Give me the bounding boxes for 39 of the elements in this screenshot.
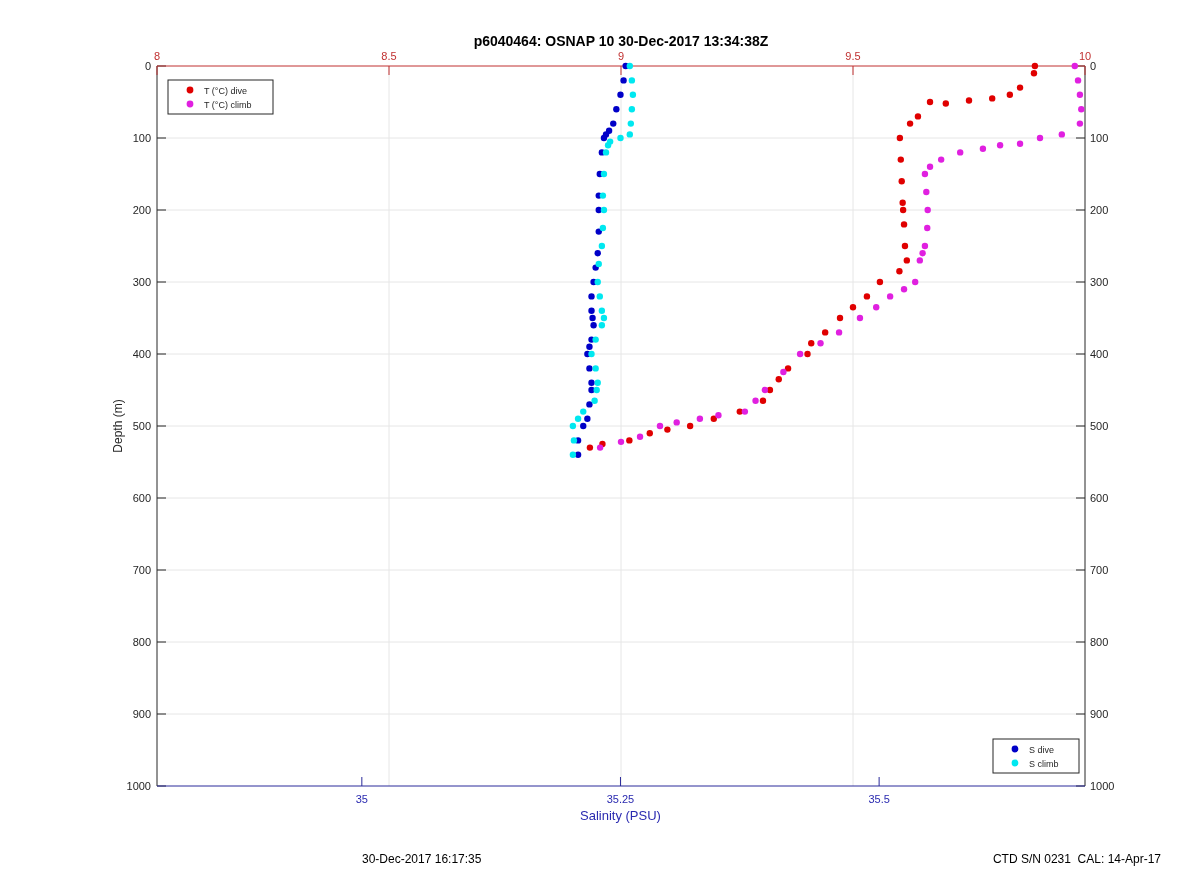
y-tick-label: 300: [1090, 276, 1109, 288]
calibration-text: CTD S/N 0231 CAL: 14-Apr-17: [992, 852, 1161, 866]
x-axis-label: Salinity (PSU): [580, 808, 661, 823]
chart-title: p6040464: OSNAP 10 30-Dec-2017 13:34:38Z: [473, 33, 769, 49]
x-tick-label: 8.5: [381, 50, 397, 62]
y-tick-label: 1000: [1090, 780, 1115, 792]
y-axis-label: Depth (m): [111, 399, 125, 453]
x-tick-label: 8: [153, 50, 161, 62]
y-tick-label: 100: [1090, 132, 1109, 144]
y-tick-label: 800: [132, 636, 151, 648]
legend-label: S climb: [1029, 758, 1059, 769]
y-tick-label: 100: [132, 132, 151, 144]
y-tick-label: 400: [132, 348, 151, 360]
y-tick-label: 900: [132, 708, 151, 720]
y-tick-label: 200: [132, 204, 151, 216]
x-tick-label: 10: [1078, 50, 1092, 62]
y-tick-label: 600: [1090, 492, 1109, 504]
x-tick-label: 35.25: [606, 793, 635, 805]
y-tick-label: 800: [1090, 636, 1109, 648]
y-tick-label: 600: [132, 492, 151, 504]
y-tick-label: 0: [144, 60, 151, 72]
timestamp-text: 30-Dec-2017 16:17:35: [362, 852, 482, 866]
y-tick-label: 300: [132, 276, 151, 288]
y-tick-label: 700: [132, 564, 151, 576]
x-tick-label: 35.5: [868, 793, 890, 805]
legend-label: T (°C) dive: [204, 85, 247, 96]
legend-label: S dive: [1029, 744, 1054, 755]
legend-label: T (°C) climb: [204, 99, 252, 110]
y-tick-label: 200: [1090, 204, 1109, 216]
y-tick-label: 500: [1090, 420, 1109, 432]
y-tick-label: 400: [1090, 348, 1109, 360]
y-tick-label: 500: [132, 420, 151, 432]
y-tick-label: 0: [1090, 60, 1097, 72]
x-tick-label: 9: [617, 50, 625, 62]
x-tick-label: 9.5: [845, 50, 861, 62]
y-tick-label: 1000: [126, 780, 151, 792]
y-tick-label: 700: [1090, 564, 1109, 576]
x-tick-label: 35: [355, 793, 368, 805]
y-tick-label: 900: [1090, 708, 1109, 720]
